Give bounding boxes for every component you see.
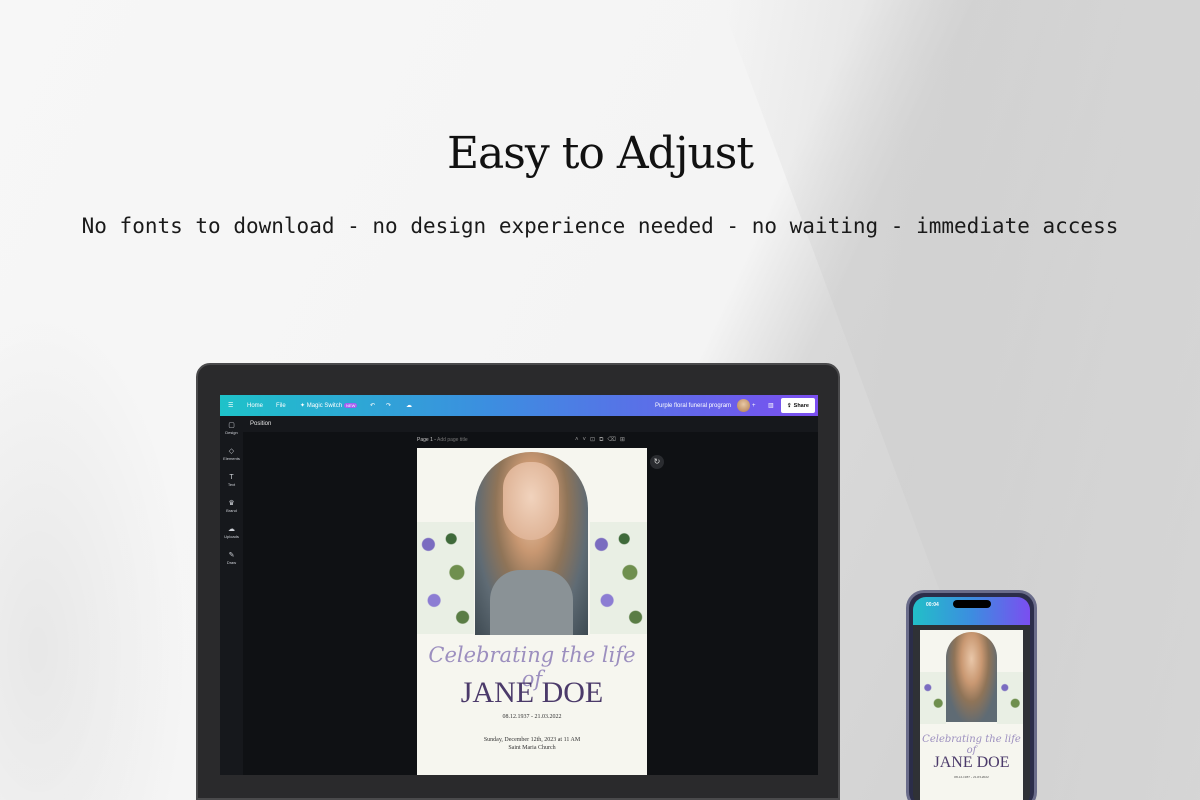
- sidebar-item-label: Draw: [226, 560, 237, 565]
- editor-topbar: ☰ Home File ✦ Magic Switch NEW ↶ ↷ ☁ Pur…: [220, 395, 818, 416]
- sidebar-item-uploads[interactable]: ☁ Uploads: [220, 526, 243, 539]
- sidebar-item-label: Text: [227, 482, 236, 487]
- floral-decoration-left: [417, 522, 474, 634]
- cloud-save-icon[interactable]: ☁: [406, 395, 412, 416]
- chevron-down-icon[interactable]: ˅: [583, 437, 591, 443]
- sidebar-item-elements[interactable]: ◇ Elements: [220, 448, 243, 461]
- dynamic-island: [953, 600, 991, 608]
- phone: 00:04 Celebrating the life of JANE DOE 0…: [906, 590, 1037, 800]
- sidebar-item-text[interactable]: T Text: [220, 474, 243, 487]
- phone-topbar: 00:04: [913, 597, 1030, 625]
- service-date: Sunday, December 12th, 2023 at 11 AM: [483, 737, 581, 743]
- phone-floral-right: [997, 672, 1023, 724]
- magic-switch-button[interactable]: ✦ Magic Switch NEW: [300, 395, 358, 416]
- uploads-icon: ☁: [228, 526, 235, 533]
- sidebar-item-brand[interactable]: ♛ Brand: [220, 500, 243, 513]
- subline: No fonts to download - no design experie…: [81, 214, 1119, 238]
- portrait-photo[interactable]: [475, 452, 588, 635]
- sidebar-item-label: Elements: [223, 456, 240, 461]
- sidebar-item-label: Brand: [226, 508, 237, 513]
- service-location: Saint Maria Church: [508, 745, 556, 751]
- document-title[interactable]: Purple floral funeral program: [655, 395, 731, 416]
- phone-design-canvas[interactable]: Celebrating the life of JANE DOE 08.12.1…: [920, 630, 1023, 800]
- share-icon: ⇪: [787, 402, 792, 409]
- magic-switch-label: Magic Switch: [306, 402, 343, 409]
- laptop: ☰ Home File ✦ Magic Switch NEW ↶ ↷ ☁ Pur…: [196, 363, 840, 800]
- editor-sidebar: ▢ Design ◇ Elements T Text ♛ Brand ☁ Upl…: [220, 416, 243, 775]
- position-panel-title[interactable]: Position: [243, 416, 818, 432]
- page-toolbar: ˄˅⊡⧉⌫⊞: [575, 436, 629, 444]
- share-button[interactable]: ⇪ Share: [781, 398, 815, 413]
- life-dates[interactable]: 08.12.1937 - 21.03.2022: [417, 714, 647, 720]
- add-page-icon[interactable]: ⊞: [620, 437, 629, 443]
- phone-portrait-photo: [946, 632, 997, 722]
- lock-icon[interactable]: ⊡: [590, 437, 599, 443]
- brand-icon: ♛: [228, 500, 235, 507]
- sidebar-item-label: Uploads: [224, 534, 239, 539]
- sidebar-item-draw[interactable]: ✎ Draw: [220, 552, 243, 565]
- design-canvas[interactable]: Celebrating the life of JANE DOE 08.12.1…: [417, 448, 647, 775]
- leaf-shadow: [0, 300, 190, 800]
- portrait-face: [503, 462, 559, 540]
- page-label: Page 1 - Add page title: [417, 437, 468, 443]
- undo-icon[interactable]: ↶: [370, 395, 375, 416]
- elements-icon: ◇: [228, 448, 235, 455]
- phone-time: 00:04: [926, 602, 939, 608]
- text-icon: T: [229, 474, 234, 481]
- file-button[interactable]: File: [276, 395, 286, 416]
- sparkle-icon: ✦: [300, 403, 307, 409]
- phone-screen: 00:04 Celebrating the life of JANE DOE 0…: [913, 597, 1030, 800]
- service-details[interactable]: Sunday, December 12th, 2023 at 11 AM Sai…: [417, 736, 647, 752]
- draw-icon: ✎: [228, 552, 235, 559]
- phone-deceased-name: JANE DOE: [933, 754, 1010, 771]
- phone-celebrating-text: Celebrating the life of: [922, 734, 1021, 756]
- portrait-shirt: [490, 570, 573, 635]
- analytics-icon[interactable]: ▥: [768, 395, 774, 416]
- redo-icon[interactable]: ↷: [386, 395, 391, 416]
- editor-screen: ☰ Home File ✦ Magic Switch NEW ↶ ↷ ☁ Pur…: [220, 395, 818, 775]
- share-label: Share: [793, 402, 809, 409]
- menu-icon[interactable]: ☰: [228, 395, 233, 416]
- page-number: Page 1 -: [417, 437, 436, 443]
- deceased-name[interactable]: JANE DOE: [417, 676, 647, 710]
- new-badge: NEW: [344, 403, 358, 408]
- page-title-input[interactable]: Add page title: [437, 437, 468, 443]
- floral-decoration-right: [590, 522, 647, 634]
- phone-life-dates: 08.12.1937 - 21.03.2022: [954, 775, 989, 779]
- phone-floral-left: [920, 672, 946, 724]
- trash-icon[interactable]: ⌫: [607, 437, 619, 443]
- sidebar-item-label: Design: [225, 430, 238, 435]
- design-icon: ▢: [228, 422, 235, 429]
- add-collaborator-icon[interactable]: +: [752, 395, 756, 416]
- chevron-up-icon[interactable]: ˄: [575, 437, 583, 443]
- home-button[interactable]: Home: [247, 395, 263, 416]
- regenerate-icon[interactable]: ↻: [650, 455, 664, 469]
- avatar[interactable]: [737, 399, 750, 412]
- sidebar-item-design[interactable]: ▢ Design: [220, 422, 243, 435]
- headline: Easy to Adjust: [446, 128, 754, 179]
